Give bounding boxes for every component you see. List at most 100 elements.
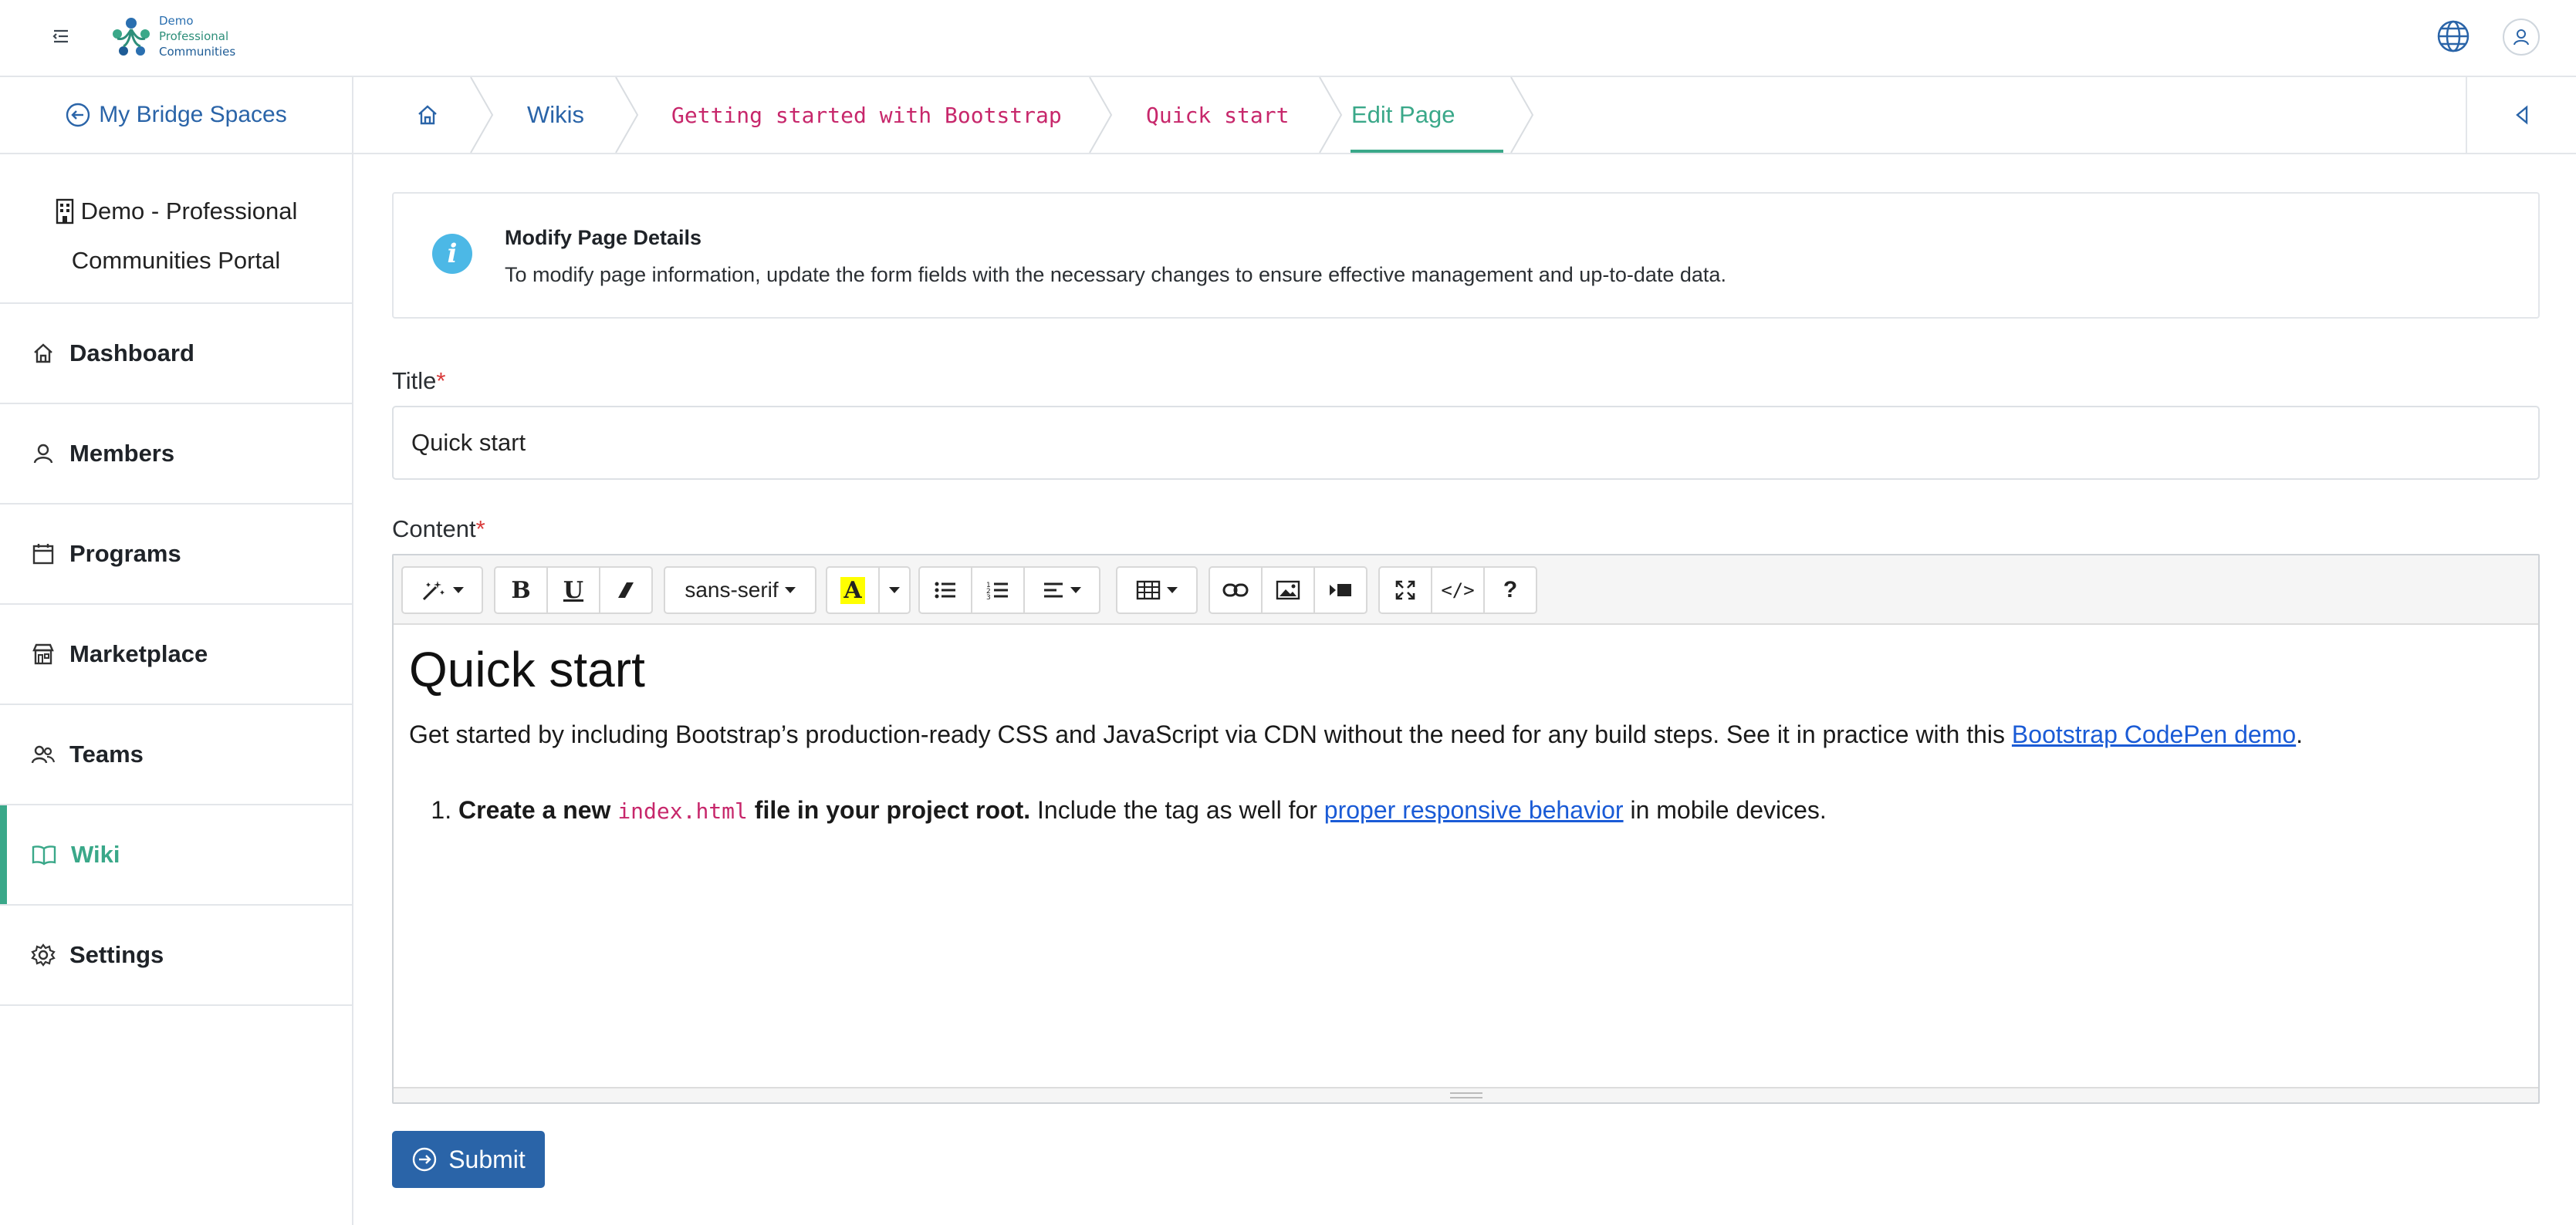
logo-mark-icon [113, 18, 150, 56]
eraser-icon [618, 582, 634, 598]
code-view-icon: </> [1441, 579, 1475, 601]
sidebar-item-marketplace[interactable]: Marketplace [0, 605, 352, 705]
insert-link-button[interactable] [1209, 566, 1263, 614]
unordered-list-button[interactable] [918, 566, 972, 614]
arrow-circle-right-icon [413, 1147, 437, 1172]
sidebar-item-teams[interactable]: Teams [0, 705, 352, 805]
user-icon [33, 444, 53, 464]
sidebar-item-label: Teams [69, 741, 144, 768]
content-paragraph: Get started by including Bootstrap’s pro… [409, 720, 2304, 748]
back-circle-icon [66, 103, 90, 127]
my-bridge-spaces-label: My Bridge Spaces [99, 102, 287, 127]
sidebar-item-label: Marketplace [69, 640, 208, 667]
magic-wand-icon [422, 581, 445, 601]
help-button[interactable]: ? [1483, 566, 1537, 614]
color-dropdown-button[interactable] [878, 566, 911, 614]
logo[interactable]: Demo Professional Communities [106, 11, 235, 62]
font-family-dropdown[interactable]: sans-serif [664, 566, 816, 614]
sidebar-item-settings[interactable]: Settings [0, 906, 352, 1006]
gear-icon [31, 943, 56, 967]
numbered-list-icon: 123 [986, 582, 1008, 600]
info-title: Modify Page Details [505, 226, 702, 249]
breadcrumb-getting-started[interactable]: Getting started with Bootstrap [671, 77, 1062, 153]
sidebar-item-members[interactable]: Members [0, 404, 352, 505]
sidebar-item-programs[interactable]: Programs [0, 505, 352, 605]
home-icon [34, 343, 52, 363]
sidebar-item-label: Settings [69, 941, 164, 968]
content-list: Create a new index.html file in your pro… [409, 791, 2523, 830]
portal-title-line-1: Demo - Professional [80, 197, 298, 224]
logo-text: Demo Professional Communities [159, 13, 235, 59]
insert-image-button[interactable] [1261, 566, 1315, 614]
title-input[interactable] [392, 406, 2540, 480]
required-mark: * [436, 367, 446, 394]
bold-button[interactable]: B [494, 566, 548, 614]
link-icon [1222, 583, 1249, 597]
bold-icon: B [511, 576, 531, 604]
info-alert: i Modify Page Details To modify page inf… [392, 192, 2540, 319]
home-icon [418, 105, 437, 125]
sidebar: Demo - Professional Communities Portal D… [0, 154, 353, 1225]
highlight-color-icon: A [840, 576, 865, 604]
info-text: To modify page information, update the f… [505, 263, 1726, 286]
breadcrumb-home[interactable] [415, 77, 440, 153]
sidebar-item-label: Wiki [71, 841, 120, 868]
sidebar-item-dashboard[interactable]: Dashboard [0, 304, 352, 404]
avatar[interactable] [2503, 19, 2540, 56]
menu-toggle-icon[interactable] [49, 25, 73, 48]
building-icon [56, 198, 73, 224]
style-dropdown-button[interactable] [401, 566, 483, 614]
breadcrumb-separator [1510, 77, 1534, 153]
underline-icon: U [563, 576, 584, 604]
portal-title: Demo - Professional Communities Portal [0, 154, 352, 304]
breadcrumb-wikis[interactable]: Wikis [527, 77, 584, 153]
clear-format-button[interactable] [599, 566, 653, 614]
sidebar-item-wiki[interactable]: Wiki [0, 805, 352, 906]
submit-label: Submit [448, 1145, 526, 1173]
bootstrap-codepen-link[interactable]: Bootstrap CodePen demo [2012, 720, 2296, 748]
sidebar-item-label: Dashboard [69, 339, 194, 366]
insert-video-button[interactable] [1313, 566, 1367, 614]
globe-icon[interactable] [2436, 19, 2471, 54]
ordered-list-button[interactable]: 123 [971, 566, 1025, 614]
highlight-color-button[interactable]: A [826, 566, 880, 614]
breadcrumb-edit-page[interactable]: Edit Page [1351, 77, 1455, 153]
list-item: Create a new index.html file in your pro… [458, 791, 2523, 830]
editor-resize-handle[interactable] [394, 1087, 2538, 1102]
logo-line-2: Professional [159, 29, 229, 43]
video-icon [1330, 584, 1351, 596]
inline-code: index.html [617, 798, 748, 824]
portal-title-line-2: Communities Portal [71, 247, 281, 274]
align-left-icon [1044, 582, 1063, 598]
help-icon: ? [1503, 577, 1518, 602]
breadcrumb-separator [470, 77, 494, 153]
caret-left-icon [2515, 105, 2527, 125]
breadcrumb-quick-start[interactable]: Quick start [1146, 77, 1289, 153]
collapse-panel-button[interactable] [2466, 77, 2576, 153]
store-icon [32, 643, 54, 665]
editor-content[interactable]: Quick start Get started by including Boo… [409, 639, 2523, 830]
breadcrumb-separator [1319, 77, 1343, 153]
font-family-value: sans-serif [685, 578, 779, 602]
align-dropdown-button[interactable] [1023, 566, 1100, 614]
user-avatar-icon [2513, 29, 2529, 46]
active-breadcrumb-underline [1351, 150, 1503, 153]
table-dropdown-button[interactable] [1116, 566, 1198, 614]
editor-toolbar: B U sans-serif A 123 </> ? [394, 555, 2538, 625]
breadcrumb: Wikis Getting started with Bootstrap Qui… [353, 77, 2576, 154]
info-icon: i [432, 234, 472, 274]
submit-button[interactable]: Submit [392, 1131, 545, 1188]
responsive-behavior-link[interactable]: proper responsive behavior [1324, 796, 1624, 824]
fullscreen-button[interactable] [1378, 566, 1432, 614]
image-icon [1276, 580, 1300, 600]
my-bridge-spaces-link[interactable]: My Bridge Spaces [0, 77, 353, 154]
breadcrumb-separator [1089, 77, 1113, 153]
content-heading: Quick start [409, 642, 645, 697]
svg-text:3: 3 [986, 594, 991, 600]
calendar-icon [32, 544, 54, 565]
expand-icon [1395, 580, 1415, 600]
underline-button[interactable]: U [546, 566, 600, 614]
code-view-button[interactable]: </> [1431, 566, 1485, 614]
content-label: Content* [392, 515, 485, 542]
required-mark: * [475, 515, 485, 542]
